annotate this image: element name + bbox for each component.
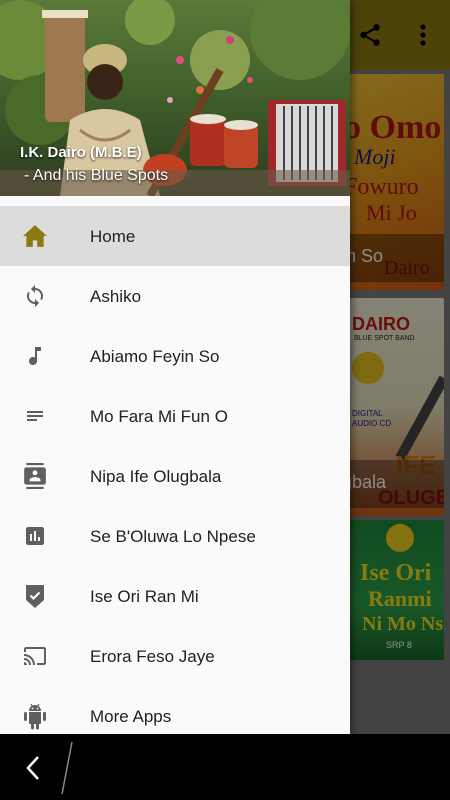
menu-item-ashiko[interactable]: Ashiko [0,266,350,326]
menu-item-label: Abiamo Feyin So [90,347,220,366]
verified-badge-icon [20,584,50,608]
cast-icon [20,644,50,668]
menu-item-more-apps[interactable]: More Apps [0,686,350,734]
menu-item-ise-ori-ran-mi[interactable]: Ise Ori Ran Mi [0,566,350,626]
android-icon [20,703,50,730]
drawer-menu: Home Ashiko Abiamo Feyin So Mo Fara Mi F… [0,206,350,734]
menu-item-abiamo-feyin-so[interactable]: Abiamo Feyin So [0,326,350,386]
drawer-subtitle: - And his Blue Spots [24,167,169,184]
menu-item-label: Ise Ori Ran Mi [90,587,199,606]
menu-item-label: Nipa Ife Olugbala [90,467,222,486]
menu-item-label: Mo Fara Mi Fun O [90,407,228,426]
menu-item-nipa-ife-olugbala[interactable]: Nipa Ife Olugbala [0,446,350,506]
chart-icon [20,524,50,548]
music-note-icon [20,344,50,368]
menu-item-erora-feso-jaye[interactable]: Erora Feso Jaye [0,626,350,686]
sync-icon [20,284,50,308]
back-chevron-icon[interactable] [16,751,50,785]
drawer-title: I.K. Dairo (M.B.E) [20,144,142,161]
menu-item-label: Home [90,227,136,246]
menu-item-mo-fara-mi-fun-o[interactable]: Mo Fara Mi Fun O [0,386,350,446]
short-text-icon [20,404,50,428]
navigation-drawer: I.K. Dairo (M.B.E) - And his Blue Spots … [0,0,350,734]
menu-item-label: Erora Feso Jaye [90,647,215,666]
menu-item-label: Ashiko [90,287,142,306]
menu-item-home[interactable]: Home [0,206,350,266]
home-icon [20,224,50,248]
menu-item-label: More Apps [90,707,172,726]
nav-divider [60,740,74,796]
drawer-header: I.K. Dairo (M.B.E) - And his Blue Spots [0,0,350,196]
system-nav-bar [0,734,450,800]
menu-item-label: Se B'Oluwa Lo Npese [90,527,256,546]
menu-item-se-boluwa-lo-npese[interactable]: Se B'Oluwa Lo Npese [0,506,350,566]
contact-icon [20,463,50,489]
